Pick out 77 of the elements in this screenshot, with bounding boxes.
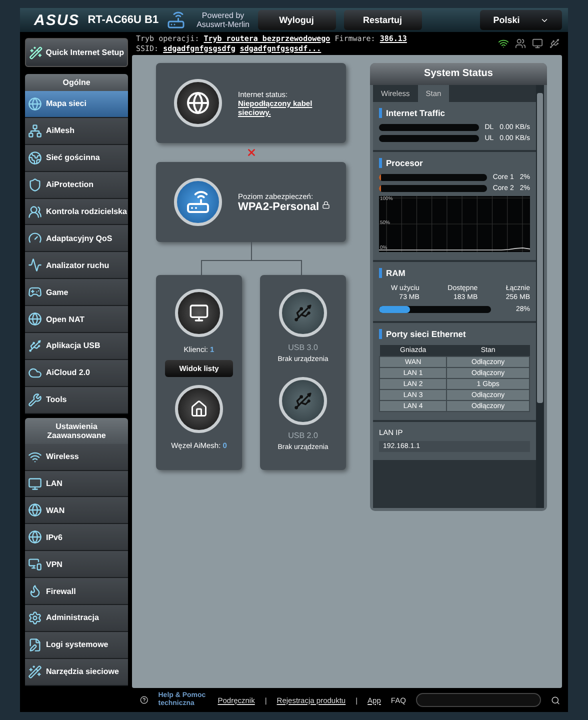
faq-search-field[interactable] (416, 693, 541, 707)
menu-item[interactable]: Wireless (25, 444, 128, 471)
search-icon[interactable] (550, 694, 560, 706)
wifi-icon[interactable] (498, 38, 509, 49)
menu-item[interactable]: Firewall (25, 578, 128, 606)
menu-item[interactable]: Open NAT (25, 306, 128, 334)
help-icon (140, 695, 148, 705)
menu-item[interactable]: IPv6 (25, 524, 128, 552)
network-icon (28, 124, 42, 138)
header-button[interactable]: Restartuj (344, 10, 422, 30)
model-name: RT-AC66U B1 (88, 14, 159, 26)
lock-icon (322, 200, 330, 208)
wand-icon (29, 46, 43, 60)
globe-icon (28, 312, 42, 326)
activity-icon (28, 258, 42, 272)
menu-item[interactable]: LAN (25, 470, 128, 498)
menu-item[interactable]: Analizator ruchu (25, 252, 128, 280)
wrench-icon (28, 392, 42, 407)
header-button[interactable]: Wyloguj (258, 10, 336, 30)
menu-item[interactable]: Narzędzia sieciowe (25, 658, 128, 686)
gear-icon (28, 610, 42, 625)
menu-item[interactable]: Logi systemowe (25, 632, 128, 659)
globe-icon[interactable] (174, 79, 222, 127)
language-select[interactable]: Polski (480, 10, 562, 30)
menu-item[interactable]: Mapa sieci (25, 91, 128, 118)
usb-port-icon[interactable] (279, 289, 327, 337)
wand-icon (28, 664, 42, 679)
monitor-icon[interactable] (532, 38, 543, 49)
menu-item[interactable]: Aplikacja USB (25, 333, 128, 360)
menu-item[interactable]: AiProtection (25, 172, 128, 199)
router-icon[interactable] (174, 178, 222, 226)
globe-icon (28, 503, 42, 518)
usb-port-name: USB 3.0 (288, 343, 318, 352)
scrollbar[interactable] (536, 85, 544, 508)
gauge-icon (28, 231, 42, 246)
menu-item[interactable]: Game (25, 279, 128, 306)
cloud-icon (28, 366, 42, 380)
section-title: Internet Traffic (379, 108, 530, 118)
menu-item[interactable]: VPN (25, 551, 128, 578)
globe-icon (28, 96, 42, 111)
gamepad-icon (28, 285, 42, 300)
usb-icon (28, 338, 42, 353)
usb-port-icon[interactable] (279, 377, 327, 425)
menu-item[interactable]: Adaptacyjny QoS (25, 225, 128, 252)
globe-icon (28, 530, 42, 544)
firmware-brand: Asuswrt-Merlin (196, 20, 250, 29)
menu-item[interactable]: Sieć gościnna (25, 144, 128, 172)
menu-item[interactable]: Tools (25, 386, 128, 414)
shield-icon (28, 178, 42, 192)
section-title: Porty sieci Ethernet (379, 329, 530, 339)
panel-title: System Status (370, 63, 547, 85)
flame-icon (28, 584, 42, 598)
users-icon[interactable] (515, 38, 526, 49)
router-icon (166, 11, 185, 29)
monitor-icon[interactable] (175, 289, 223, 337)
powered-by-label: Powered by (202, 11, 244, 20)
menu-item[interactable]: AiMesh (25, 118, 128, 145)
brand-logo: ASUS (34, 12, 80, 28)
users-icon (28, 204, 42, 218)
section-title: RAM (379, 268, 530, 278)
security-value: WPA2-Personal (238, 200, 320, 212)
menu-item[interactable]: Kontrola rodzicielska (25, 198, 128, 226)
menu-section-header: Ogólne (25, 74, 128, 91)
globe-icon (28, 150, 42, 165)
usb-icon[interactable] (549, 38, 560, 49)
monitor-icon (28, 476, 42, 491)
home-icon[interactable] (175, 385, 223, 433)
menu-item[interactable]: WAN (25, 497, 128, 524)
usb-port-name: USB 2.0 (288, 431, 318, 440)
menu-section-header: Ustawienia Zaawansowane (25, 418, 128, 444)
section-title: Procesor (379, 158, 530, 168)
menu-item[interactable]: AiCloud 2.0 (25, 360, 128, 387)
wifi-icon (28, 450, 42, 464)
menu-item[interactable]: Administracja (25, 605, 128, 632)
file-edit-icon (28, 638, 42, 652)
monitor-icon (28, 557, 42, 572)
quick-setup-button[interactable]: Quick Internet Setup (25, 38, 128, 67)
